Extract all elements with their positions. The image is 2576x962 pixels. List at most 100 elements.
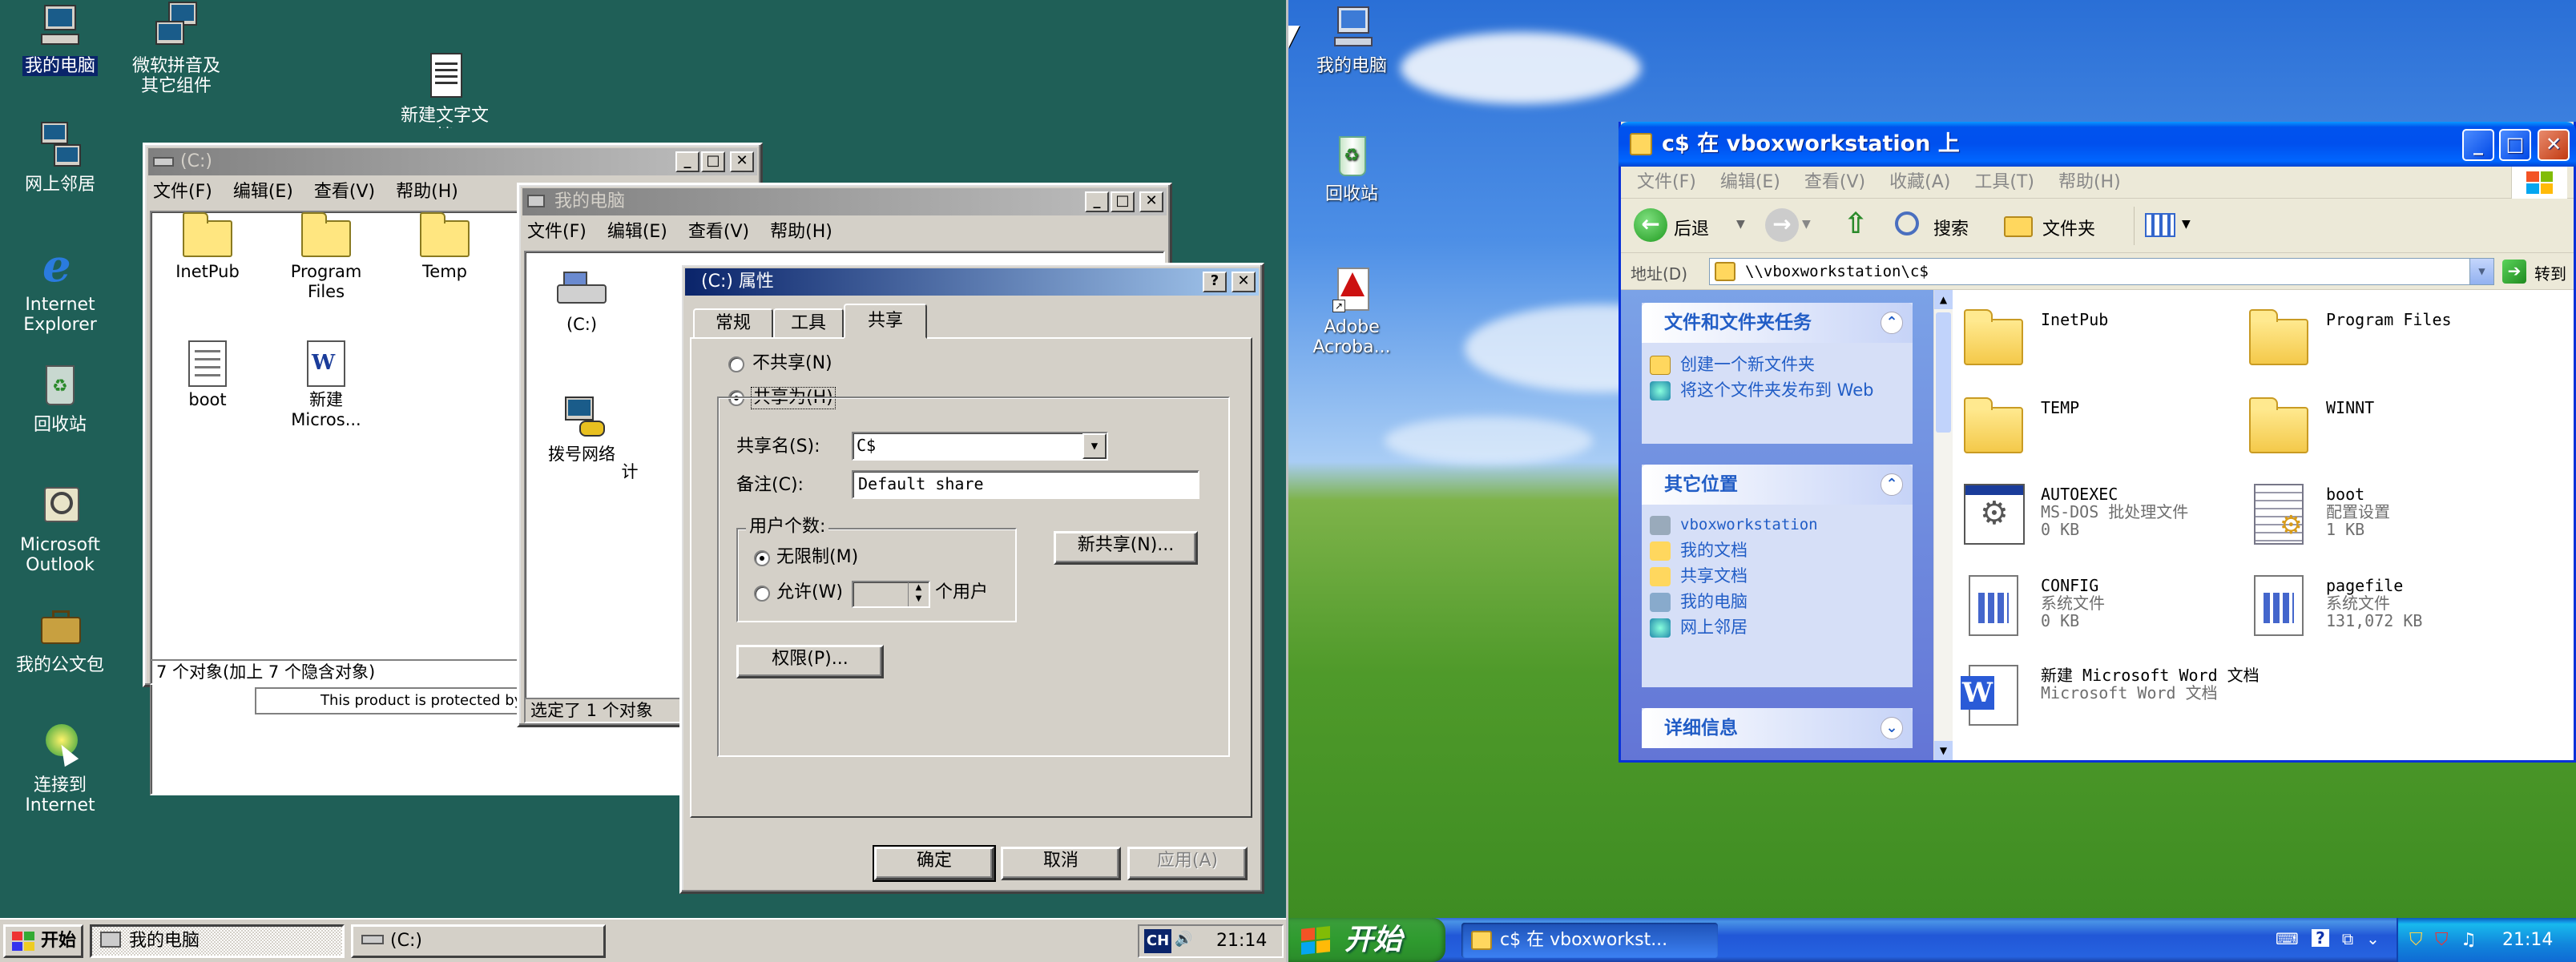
menu-view[interactable]: 查看(V) [688, 219, 749, 246]
dialup-networking[interactable]: 拨号网络 [526, 396, 638, 465]
desktop-icon-recycle-bin[interactable]: ♻ 回收站 [1292, 131, 1412, 204]
radio-not-shared[interactable] [728, 356, 744, 372]
tab-sharing[interactable]: 共享 [844, 304, 927, 339]
back-button[interactable]: ← 后退 [1634, 208, 1730, 244]
menu-help[interactable]: 帮助(H) [2058, 167, 2121, 198]
close-button[interactable]: ✕ [730, 151, 754, 172]
link-my-computer[interactable]: 我的电脑 [1642, 591, 1913, 612]
link-network-places[interactable]: 网上邻居 [1642, 617, 1913, 638]
drive-c[interactable]: (C:) [526, 272, 638, 335]
panel-header[interactable]: 详细信息 ⌄ [1642, 708, 1913, 748]
link-publish-web[interactable]: 将这个文件夹发布到 Web [1642, 380, 1913, 400]
file-item-config[interactable]: CONFIG 系统文件 0 KB [1961, 572, 2241, 644]
keyboard-icon[interactable]: ⌨ [2276, 929, 2299, 952]
menu-edit[interactable]: 编辑(E) [607, 219, 667, 246]
ok-button[interactable]: 确定 [873, 845, 996, 882]
close-button[interactable]: ✕ [2538, 129, 2570, 161]
desktop-icon-ie[interactable]: e Internet Explorer [0, 240, 120, 335]
link-shared-documents[interactable]: 共享文档 [1642, 566, 1913, 586]
views-button[interactable]: ▼ [2145, 210, 2201, 242]
back-dropdown-icon[interactable]: ▼ [1736, 218, 1745, 231]
share-name-combobox[interactable]: C$ ▼ [852, 432, 1108, 461]
security-shield-icon[interactable]: ⛉ [2409, 918, 2423, 962]
menu-view[interactable]: 查看(V) [1804, 167, 1865, 198]
tab-general[interactable]: 常规 [693, 308, 773, 339]
menu-favorites[interactable]: 收藏(A) [1889, 167, 1950, 198]
start-button[interactable]: 开始 [1288, 918, 1445, 962]
menu-file[interactable]: 文件(F) [527, 219, 587, 246]
scroll-down-icon[interactable]: ▼ [1934, 741, 1953, 760]
maximize-button[interactable]: □ [1111, 191, 1135, 212]
task-c-drive[interactable]: (C:) [351, 924, 606, 958]
forward-dropdown-icon[interactable]: ▼ [1802, 218, 1811, 231]
collapse-chevron-icon[interactable]: ⌃ [1881, 473, 1903, 496]
menu-help[interactable]: 帮助(H) [770, 219, 832, 246]
menu-help[interactable]: 帮助(H) [396, 179, 458, 206]
folder-program-files[interactable]: Program Files [270, 212, 382, 302]
my-computer-titlebar[interactable]: 我的电脑 _ □ ✕ [522, 188, 1167, 215]
desktop-icon-network[interactable]: 网上邻居 [0, 120, 120, 195]
chevron-down-icon[interactable]: ⌄ [2366, 929, 2380, 952]
alert-shield-icon[interactable]: ⛉ [2435, 918, 2449, 962]
radio-allow[interactable] [754, 586, 770, 602]
task-explorer[interactable]: c$ 在 vboxworkst... [1461, 923, 1718, 958]
desktop-icon-acrobat[interactable]: ↗ Adobe Acroba... [1292, 264, 1412, 357]
volume-icon[interactable]: ♫ [2461, 918, 2477, 962]
file-boot[interactable]: boot [151, 340, 264, 410]
apply-button[interactable]: 应用(A) [1127, 847, 1248, 880]
tab-tools[interactable]: 工具 [773, 308, 844, 339]
c-drive-titlebar[interactable]: (C:) _ □ ✕ [148, 148, 757, 175]
menu-file[interactable]: 文件(F) [153, 179, 212, 206]
collapse-chevron-icon[interactable]: ⌃ [1881, 312, 1903, 334]
file-item-winnt[interactable]: WINNT [2246, 394, 2526, 466]
chevron-down-icon[interactable]: ▼ [2469, 259, 2493, 284]
address-input[interactable]: \\vboxworkstation\c$ ▼ [1709, 258, 2494, 285]
scroll-up-icon[interactable]: ▲ [1934, 290, 1953, 309]
menu-edit[interactable]: 编辑(E) [1720, 167, 1780, 198]
desktop-icon-briefcase[interactable]: 我的公文包 [0, 601, 120, 675]
file-item-pagefile[interactable]: pagefile 系统文件 131,072 KB [2246, 572, 2526, 644]
task-pane-scrollbar[interactable]: ▲ ▼ [1933, 290, 1953, 760]
menu-tools[interactable]: 工具(T) [1974, 167, 2034, 198]
file-item-temp[interactable]: TEMP [1961, 394, 2241, 466]
start-button[interactable]: 开始 [3, 924, 83, 958]
menu-file[interactable]: 文件(F) [1637, 167, 1696, 198]
file-new-word[interactable]: W 新建 Micros... [270, 340, 382, 430]
close-button[interactable]: ✕ [1139, 191, 1163, 212]
link-vboxworkstation[interactable]: vboxworkstation [1642, 514, 1913, 535]
folder-temp[interactable]: Temp [389, 212, 501, 282]
explorer-titlebar[interactable]: c$ 在 vboxworkstation 上 _ □ ✕ [1619, 122, 2576, 167]
new-share-button[interactable]: 新共享(N)... [1054, 531, 1198, 565]
desktop-icon-outlook[interactable]: Microsoft Outlook [0, 481, 120, 575]
go-button[interactable]: ➔ 转到 [2502, 258, 2576, 285]
link-my-documents[interactable]: 我的文档 [1642, 540, 1913, 561]
desktop-icon-my-computer[interactable]: 我的电脑 [1292, 3, 1412, 76]
properties-titlebar[interactable]: (C:) 属性 ? ✕ [685, 268, 1259, 296]
ime-indicator[interactable]: CH [1144, 929, 1171, 953]
minimize-button[interactable]: _ [1085, 191, 1109, 212]
task-my-computer[interactable]: 我的电脑 [90, 924, 345, 958]
desktop-icon-recycle-bin[interactable]: ♻ 回收站 [0, 360, 120, 435]
close-button[interactable]: ✕ [1232, 272, 1256, 292]
folder-inetpub[interactable]: InetPub [151, 212, 264, 282]
menu-view[interactable]: 查看(V) [314, 179, 375, 206]
user-count-spinner[interactable]: ▲ ▼ [852, 581, 930, 608]
minimize-button[interactable]: _ [675, 151, 699, 172]
panel-header[interactable]: 文件和文件夹任务 ⌃ [1642, 303, 1913, 343]
desktop-icon-my-computer[interactable]: 我的电脑 [0, 2, 120, 76]
hidden-item[interactable]: 计 [614, 462, 646, 482]
folders-button[interactable]: 文件夹 [2004, 208, 2116, 244]
file-item-program-files[interactable]: Program Files [2246, 306, 2526, 378]
cancel-button[interactable]: 取消 [1001, 847, 1121, 880]
menu-edit[interactable]: 编辑(E) [233, 179, 293, 206]
chevron-down-icon[interactable]: ▼ [1082, 433, 1107, 459]
scroll-thumb[interactable] [1936, 312, 1951, 433]
file-item-boot[interactable]: ⚙ boot 配置设置 1 KB [2246, 481, 2526, 553]
help-icon[interactable]: ? [2311, 929, 2329, 947]
search-button[interactable]: 搜索 [1895, 208, 1983, 244]
permissions-button[interactable]: 权限(P)... [736, 645, 884, 678]
file-item-autoexec[interactable]: ⚙ AUTOEXEC MS-DOS 批处理文件 0 KB [1961, 481, 2241, 553]
maximize-button[interactable]: □ [2499, 129, 2531, 161]
help-button[interactable]: ? [1203, 272, 1227, 292]
link-new-folder[interactable]: 创建一个新文件夹 [1642, 354, 1913, 375]
